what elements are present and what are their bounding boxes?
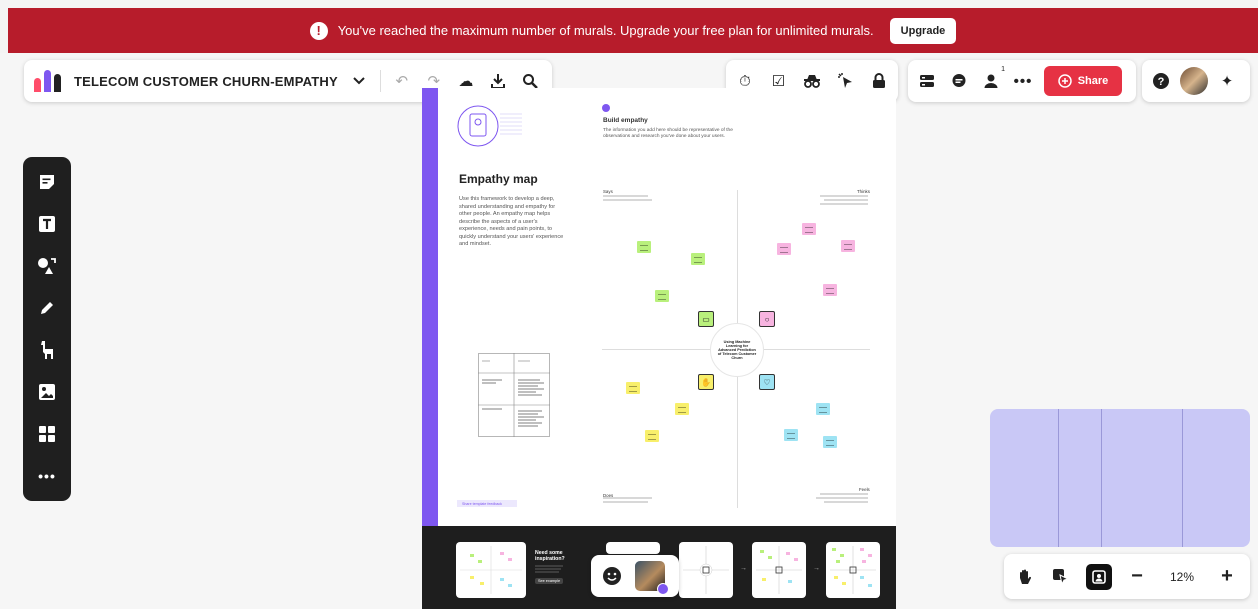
chevron-down-icon[interactable] [348, 70, 370, 92]
more-tools-icon[interactable]: ••• [36, 465, 58, 487]
share-label: Share [1077, 75, 1109, 87]
member-count: 1 [1001, 66, 1005, 73]
share-button[interactable]: Share [1044, 66, 1122, 96]
members-icon[interactable]: 1 [980, 66, 1005, 92]
collaboration-toolbar: 1 ••• Share [908, 60, 1136, 102]
step-dot [602, 104, 610, 112]
select-icon[interactable] [1050, 566, 1072, 588]
step-thumbnail[interactable] [826, 542, 880, 598]
need-inspiration-title: Need some inspiration? [535, 550, 565, 562]
undo-icon[interactable]: ↶ [391, 70, 413, 92]
minimap-divider [1058, 409, 1059, 547]
image-icon[interactable] [36, 381, 58, 403]
template-feedback-link[interactable]: Share template feedback [457, 500, 517, 507]
sticky-note[interactable] [802, 223, 816, 235]
sticky-note-icon[interactable] [36, 171, 58, 193]
sticky-note[interactable] [691, 253, 705, 265]
template-table-illustration [478, 353, 550, 437]
pen-icon[interactable] [36, 297, 58, 319]
divider [379, 70, 381, 92]
banner-message: You've reached the maximum number of mur… [337, 23, 874, 38]
sticky-note[interactable] [675, 403, 689, 415]
build-empathy-title: Build empathy [603, 117, 648, 124]
see-example-button[interactable]: See example [535, 578, 564, 584]
zoom-controls: − 12% + [1004, 554, 1250, 599]
example-map-preview [460, 546, 522, 594]
step-thumbnail[interactable] [752, 542, 806, 598]
comments-icon[interactable] [948, 70, 970, 92]
center-topic-text: Using Machine Learning for Advanced Pred… [717, 340, 757, 360]
empathy-map-description: Use this framework to develop a deep, sh… [459, 196, 564, 247]
ai-sparkle-icon[interactable]: ✦ [1216, 70, 1238, 92]
upgrade-banner: ! You've reached the maximum number of m… [8, 8, 1258, 53]
sticky-note[interactable] [645, 430, 659, 442]
add-person-icon [1057, 74, 1072, 88]
help-icon[interactable]: ? [1150, 70, 1172, 92]
step-thumbnail[interactable] [606, 542, 660, 554]
build-empathy-description: The information you add here should be r… [603, 128, 733, 139]
alert-icon: ! [309, 21, 328, 40]
help-toolbar: ? ✦ [1142, 60, 1250, 102]
left-toolbar: ••• [23, 157, 71, 501]
svg-text:?: ? [1158, 76, 1165, 88]
arrow-icon: → [740, 565, 747, 572]
sticky-note[interactable] [777, 243, 791, 255]
templates-icon[interactable] [36, 423, 58, 445]
hand-icon[interactable] [1014, 566, 1036, 588]
mural-title[interactable]: TELECOM CUSTOMER CHURN-EMPATHY [74, 74, 338, 89]
step-preview [830, 546, 876, 594]
sticky-note[interactable] [637, 241, 651, 253]
step-preview [756, 546, 802, 594]
emoji-icon[interactable] [601, 565, 623, 587]
template-intro-panel[interactable] [422, 88, 588, 526]
minimap-divider [1101, 409, 1102, 547]
center-topic[interactable]: Using Machine Learning for Advanced Pred… [710, 323, 764, 377]
sticky-note[interactable] [784, 429, 798, 441]
arrow-icon: → [813, 565, 820, 572]
text-icon[interactable] [36, 213, 58, 235]
hand-icon: ✋ [698, 374, 714, 390]
reactions-bar [591, 555, 679, 597]
avatar[interactable] [1180, 67, 1208, 95]
template-side-strip [422, 88, 438, 526]
upgrade-button[interactable]: Upgrade [889, 17, 957, 44]
sticky-note[interactable] [823, 284, 837, 296]
more-icon[interactable]: ••• [1012, 70, 1034, 92]
shapes-icon[interactable] [36, 255, 58, 277]
minimap[interactable] [990, 409, 1250, 547]
step-preview [683, 546, 729, 594]
status-badge-icon [657, 583, 669, 595]
speech-bubble-icon: ▭ [698, 311, 714, 327]
zoom-out-icon[interactable]: − [1126, 565, 1148, 588]
sticky-note[interactable] [626, 382, 640, 394]
thought-bubble-icon: ○ [759, 311, 775, 327]
heart-icon: ♡ [759, 374, 775, 390]
outline-icon[interactable] [916, 70, 938, 92]
user-avatar[interactable] [635, 561, 669, 595]
need-inspiration-description [535, 564, 567, 578]
zoom-in-icon[interactable]: + [1216, 565, 1238, 588]
sticky-note[interactable] [841, 240, 855, 252]
sticky-note[interactable] [655, 290, 669, 302]
empathy-map-title: Empathy map [459, 172, 538, 186]
step-thumbnail[interactable] [679, 542, 733, 598]
fit-icon[interactable] [1086, 563, 1112, 590]
empathy-illustration-icon [457, 105, 522, 147]
zoom-level[interactable]: 12% [1162, 570, 1202, 584]
mural-logo-icon[interactable] [34, 70, 64, 92]
example-thumbnail[interactable] [456, 542, 526, 598]
llama-icon[interactable] [36, 339, 58, 361]
sticky-note[interactable] [816, 403, 830, 415]
sticky-note[interactable] [823, 436, 837, 448]
minimap-divider [1182, 409, 1183, 547]
template-feedback-label: Share template feedback [462, 501, 502, 506]
